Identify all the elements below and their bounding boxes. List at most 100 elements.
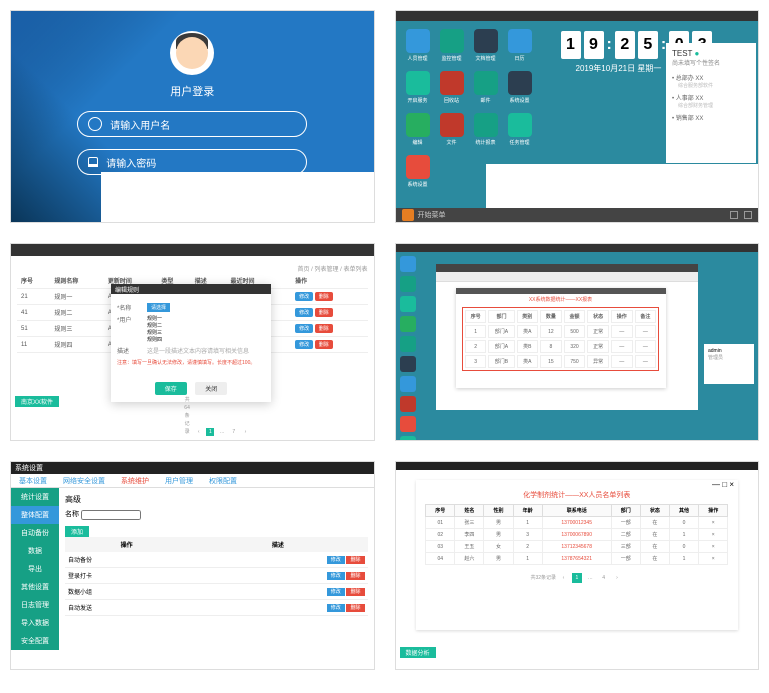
window-tabs[interactable] xyxy=(436,272,699,282)
clock-colon: : xyxy=(607,36,612,54)
pagination[interactable]: 共32条记录 ‹ 1 … 4 › xyxy=(416,573,739,583)
add-button[interactable]: 添加 xyxy=(65,526,89,537)
app-icon xyxy=(508,113,532,137)
pagination[interactable]: 共64条记录 ‹ 1 … 7 › xyxy=(11,396,374,436)
desktop-app[interactable]: 邮件 xyxy=(472,71,500,107)
edit-button[interactable]: 修改 xyxy=(327,556,345,564)
field-label: *名称 xyxy=(117,303,147,312)
tab[interactable]: 基本设置 xyxy=(11,474,55,487)
delete-button[interactable]: 删除 xyxy=(346,588,364,596)
tab-bar: 基本设置网络安全设置系统维护用户管理权限配置 xyxy=(11,474,374,488)
page-number[interactable]: 1 xyxy=(206,428,214,436)
desktop-app[interactable]: 回收站 xyxy=(438,71,466,107)
app-label: 统计报表 xyxy=(475,139,495,146)
desktop-app[interactable]: 系统设置 xyxy=(506,71,534,107)
contact-item[interactable]: • 总部办 XX综合服务部软件 xyxy=(672,73,750,89)
tab[interactable]: 网络安全设置 xyxy=(55,474,113,487)
delete-button[interactable]: 删除 xyxy=(346,556,364,564)
sidebar-app-icon[interactable] xyxy=(400,336,416,352)
delete-button[interactable]: 删除 xyxy=(315,308,333,317)
delete-button[interactable]: 删除 xyxy=(315,324,333,333)
contact-item[interactable]: • 销售部 XX xyxy=(672,113,750,122)
desktop-app[interactable]: 系统设置 xyxy=(404,155,432,191)
sidebar-item[interactable]: 自动备份 xyxy=(11,524,59,542)
col-header: 序号 xyxy=(426,505,455,517)
page-next[interactable]: › xyxy=(612,573,622,583)
page-info: 共32条记录 xyxy=(530,575,556,581)
username-input[interactable]: 请输入用户名 xyxy=(77,111,307,137)
app-icon xyxy=(406,113,430,137)
page-prev[interactable]: ‹ xyxy=(195,428,203,436)
save-button[interactable]: 保存 xyxy=(155,382,187,395)
tab[interactable]: 系统维护 xyxy=(113,474,157,487)
col-header: 联系电话 xyxy=(542,505,611,517)
col-header: 操作 xyxy=(611,310,633,323)
close-icon[interactable]: — □ × xyxy=(712,480,734,488)
sidebar-item[interactable]: 其他设置 xyxy=(11,578,59,596)
tab[interactable]: 用户管理 xyxy=(157,474,201,487)
desktop-app[interactable]: 文件 xyxy=(438,113,466,149)
edit-button[interactable]: 修改 xyxy=(295,308,313,317)
app-label: 编辑 xyxy=(412,139,422,146)
delete-button[interactable]: 删除 xyxy=(315,292,333,301)
sidebar-app-icon[interactable] xyxy=(400,296,416,312)
app-icon xyxy=(440,71,464,95)
page-next[interactable]: › xyxy=(241,428,249,436)
page-prev[interactable]: ‹ xyxy=(558,573,568,583)
start-button-icon[interactable] xyxy=(402,209,414,221)
page-number[interactable]: 7 xyxy=(230,428,238,436)
search-input[interactable] xyxy=(81,510,141,520)
col-header: 描述 xyxy=(188,537,367,552)
desktop-app[interactable]: 文档管理 xyxy=(472,29,500,65)
desktop-app[interactable]: 日历 xyxy=(506,29,534,65)
col-header: 序号 xyxy=(465,310,487,323)
edit-button[interactable]: 修改 xyxy=(295,340,313,349)
sidebar-item[interactable]: 导入数据 xyxy=(11,614,59,632)
desktop-app[interactable]: 编辑 xyxy=(404,113,432,149)
desktop-app[interactable]: 监控管理 xyxy=(438,29,466,65)
sidebar-app-icon[interactable] xyxy=(400,256,416,272)
edit-button[interactable]: 修改 xyxy=(327,572,345,580)
clock-digit: 9 xyxy=(584,31,604,59)
desktop-app[interactable]: 统计报表 xyxy=(472,113,500,149)
desktop-app[interactable]: 开启服务 xyxy=(404,71,432,107)
sidebar-app-icon[interactable] xyxy=(400,356,416,372)
sidebar-app-icon[interactable] xyxy=(400,436,416,441)
edit-button[interactable]: 修改 xyxy=(327,604,345,612)
col-header: 性别 xyxy=(484,505,513,517)
settings-sidebar: 统计设置整体配置自动备份数据导出其他设置日志管理导入数据安全配置 xyxy=(11,488,59,648)
page-number[interactable]: 1 xyxy=(572,573,582,583)
start-button-label[interactable]: 开始菜单 xyxy=(418,210,446,220)
tray-icon[interactable] xyxy=(744,211,752,219)
app-label: 任务管理 xyxy=(509,139,529,146)
desktop-app[interactable]: 任务管理 xyxy=(506,113,534,149)
textarea-hint[interactable]: 这是一段描述文本内容请填写相关信息 xyxy=(147,346,265,355)
page-number[interactable]: 4 xyxy=(599,573,609,583)
cancel-button[interactable]: 关闭 xyxy=(195,382,227,395)
tray-icon[interactable] xyxy=(730,211,738,219)
taskbar[interactable]: 开始菜单 xyxy=(396,208,759,222)
edit-button[interactable]: 修改 xyxy=(295,292,313,301)
edit-button[interactable]: 修改 xyxy=(295,324,313,333)
delete-button[interactable]: 删除 xyxy=(315,340,333,349)
sidebar-app-icon[interactable] xyxy=(400,416,416,432)
sidebar-item[interactable]: 安全配置 xyxy=(11,632,59,650)
sidebar-app-icon[interactable] xyxy=(400,316,416,332)
edit-button[interactable]: 修改 xyxy=(327,588,345,596)
sidebar-app-icon[interactable] xyxy=(400,376,416,392)
app-icon xyxy=(474,113,498,137)
sidebar-app-icon[interactable] xyxy=(400,276,416,292)
sidebar-item[interactable]: 日志管理 xyxy=(11,596,59,614)
sidebar-app-icon[interactable] xyxy=(400,396,416,412)
delete-button[interactable]: 删除 xyxy=(346,572,364,580)
sidebar-item[interactable]: 导出 xyxy=(11,560,59,578)
tab[interactable]: 权限配置 xyxy=(201,474,245,487)
desktop-app[interactable]: 人员管理 xyxy=(404,29,432,65)
sidebar-item[interactable]: 统计设置 xyxy=(11,488,59,506)
app-icon xyxy=(406,29,430,53)
select-dropdown[interactable]: 请选择 xyxy=(147,303,170,312)
delete-button[interactable]: 删除 xyxy=(346,604,364,612)
sidebar-item[interactable]: 整体配置 xyxy=(11,506,59,524)
contact-item[interactable]: • 人事部 XX综合部财务管理 xyxy=(672,93,750,109)
sidebar-item[interactable]: 数据 xyxy=(11,542,59,560)
